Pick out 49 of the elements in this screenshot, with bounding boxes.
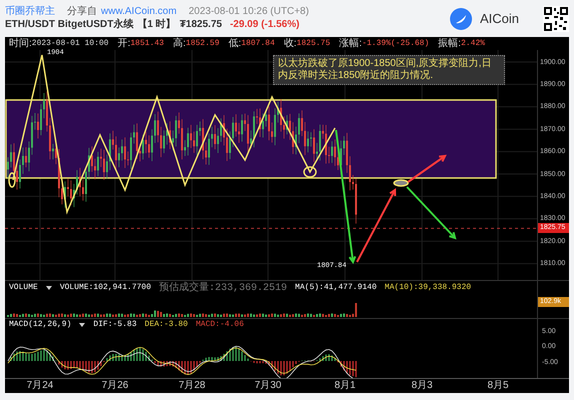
caret-icon[interactable] (46, 286, 52, 290)
info-value: 1807.84 (241, 40, 275, 48)
date-label: 7月28 (178, 380, 206, 392)
price-value: ₮1825.75 (180, 18, 222, 31)
dif-value: DIF:-5.83 (93, 319, 137, 331)
date-label: 7月30 (254, 380, 282, 392)
highlight-ellipse (393, 179, 409, 187)
info-label: 开: (118, 38, 130, 48)
date-label: 8月5 (487, 380, 509, 392)
up-arrow (407, 154, 447, 183)
date-label: 8月3 (411, 380, 433, 392)
date-label: 7月24 (26, 380, 54, 392)
share-label: 分享自 (67, 6, 97, 18)
info-label: 高: (172, 38, 186, 48)
date-label: 8月1 (334, 380, 356, 392)
info-label: 涨幅: (339, 38, 362, 48)
annotation-note: 以太坊跌破了原1900-1850区间,原支撑变阻力,日内反弹时关注1850附近的阻力情况. (273, 55, 505, 85)
info-value: 1825.75 (296, 40, 330, 48)
ma10-value: MA(10):39,338.9320 (384, 282, 472, 294)
highlight-ellipse (8, 172, 16, 188)
qr-code-drawing (543, 6, 569, 32)
info-value: 1852.59 (186, 40, 220, 48)
highlight-ellipse (303, 166, 317, 178)
brand-name: AICoin (480, 10, 519, 28)
dea-value: DEA:-3.80 (144, 319, 188, 331)
down-arrow (406, 186, 456, 240)
date-label: 7月26 (102, 380, 128, 392)
timestamp: 2023-08-01 10:26 (UTC+8) (188, 6, 309, 18)
info-label: 低: (228, 38, 242, 48)
volume-title: VOLUME (9, 282, 38, 294)
info-label: 时间: (9, 38, 32, 48)
info-value: -1.39%(-25.68) (362, 40, 430, 48)
info-label: 振幅: (438, 38, 461, 48)
info-value: 2023-08-01 10:00 (32, 40, 109, 48)
price-change: -29.09 (-1.56%) (230, 18, 300, 31)
info-label: 收: (284, 38, 297, 48)
interval-label: 【1 时】 (137, 18, 176, 31)
macd-value: MACD:-4.06 (196, 319, 244, 331)
volume-value: VOLUME:102,941.7700 (60, 282, 152, 294)
info-value: 2.42% (460, 40, 485, 48)
symbol-name: ETH/USDT BitgetUSDT永续 (5, 18, 134, 31)
caret-icon[interactable] (79, 323, 86, 327)
source-name: 币圈乔帮主 (5, 6, 55, 18)
share-link[interactable]: www.AICoin.com (101, 6, 177, 18)
estimated-volume: 预估成交量:233,369.2519 (159, 280, 288, 296)
info-value: 1851.43 (130, 40, 164, 48)
ma5-value: MA(5):41,477.9140 (295, 282, 377, 294)
macd-title: MACD(12,26,9) (9, 319, 72, 331)
logo-icon (450, 8, 472, 30)
